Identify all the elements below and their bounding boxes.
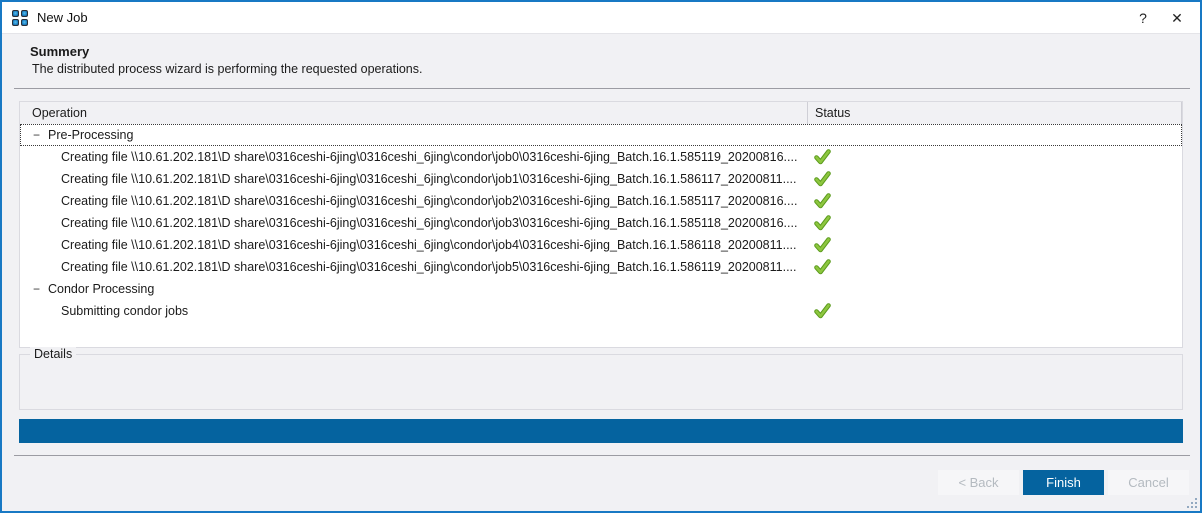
- status-cell: [808, 190, 1182, 212]
- status-check-icon: [814, 171, 831, 187]
- operation-cell: Submitting condor jobs: [20, 304, 808, 318]
- table-row[interactable]: Creating file \\10.61.202.181\D share\03…: [20, 190, 1182, 212]
- table-row[interactable]: Creating file \\10.61.202.181\D share\03…: [20, 146, 1182, 168]
- operation-cell: Creating file \\10.61.202.181\D share\03…: [20, 194, 808, 208]
- status-cell: [808, 256, 1182, 278]
- tree-expander-icon[interactable]: −: [33, 128, 48, 142]
- status-cell: [808, 146, 1182, 168]
- title-bar[interactable]: New Job ? ✕: [2, 2, 1200, 34]
- back-button[interactable]: < Back: [938, 470, 1019, 495]
- status-cell: [808, 278, 1182, 300]
- table-row[interactable]: − Condor Processing: [20, 278, 1182, 300]
- table-row[interactable]: Creating file \\10.61.202.181\D share\03…: [20, 234, 1182, 256]
- button-row: < Back Finish Cancel: [2, 470, 1189, 495]
- help-button[interactable]: ?: [1126, 4, 1160, 32]
- operation-cell: Creating file \\10.61.202.181\D share\03…: [20, 216, 808, 230]
- page-description: The distributed process wizard is perfor…: [32, 62, 1200, 76]
- new-job-dialog: New Job ? ✕ Summery The distributed proc…: [0, 0, 1202, 513]
- table-row[interactable]: − Pre-Processing: [20, 124, 1182, 146]
- close-button[interactable]: ✕: [1160, 4, 1194, 32]
- operation-label: Condor Processing: [48, 282, 154, 296]
- app-icon-node: [12, 10, 19, 17]
- progress-fill: [19, 419, 1183, 443]
- status-cell: [808, 234, 1182, 256]
- operation-label: Creating file \\10.61.202.181\D share\03…: [61, 238, 797, 252]
- operation-cell: − Condor Processing: [20, 282, 808, 296]
- status-check-icon: [814, 215, 831, 231]
- status-cell: [808, 212, 1182, 234]
- bottom-separator: [14, 455, 1190, 456]
- table-header: Operation Status: [20, 102, 1182, 124]
- operation-cell: Creating file \\10.61.202.181\D share\03…: [20, 260, 808, 274]
- status-check-icon: [814, 259, 831, 275]
- app-icon-node: [21, 19, 28, 26]
- table-row[interactable]: Creating file \\10.61.202.181\D share\03…: [20, 168, 1182, 190]
- operation-cell: Creating file \\10.61.202.181\D share\03…: [20, 238, 808, 252]
- table-row[interactable]: Creating file \\10.61.202.181\D share\03…: [20, 256, 1182, 278]
- status-cell: [808, 300, 1182, 322]
- table-body: − Pre-Processing Creating file \\10.61.2…: [20, 124, 1182, 322]
- operation-label: Creating file \\10.61.202.181\D share\03…: [61, 150, 797, 164]
- page-title: Summery: [30, 44, 1200, 59]
- operation-cell: Creating file \\10.61.202.181\D share\03…: [20, 150, 808, 164]
- operation-label: Submitting condor jobs: [61, 304, 188, 318]
- operation-label: Pre-Processing: [48, 128, 133, 142]
- status-check-icon: [814, 149, 831, 165]
- status-check-icon: [814, 237, 831, 253]
- operations-table: Operation Status − Pre-Processing Creati…: [19, 101, 1183, 348]
- status-cell: [808, 168, 1182, 190]
- operation-cell: − Pre-Processing: [20, 128, 808, 142]
- app-icon-node: [12, 19, 19, 26]
- tree-expander-icon[interactable]: −: [33, 282, 48, 296]
- table-row[interactable]: Submitting condor jobs: [20, 300, 1182, 322]
- status-cell: [808, 124, 1182, 146]
- cancel-button[interactable]: Cancel: [1108, 470, 1189, 495]
- status-check-icon: [814, 303, 831, 319]
- details-groupbox: Details: [19, 354, 1183, 410]
- operation-label: Creating file \\10.61.202.181\D share\03…: [61, 216, 797, 230]
- app-icon: [12, 10, 28, 26]
- resize-grip[interactable]: [1186, 497, 1197, 508]
- finish-button[interactable]: Finish: [1023, 470, 1104, 495]
- window-title: New Job: [37, 10, 88, 25]
- table-row[interactable]: Creating file \\10.61.202.181\D share\03…: [20, 212, 1182, 234]
- operation-label: Creating file \\10.61.202.181\D share\03…: [61, 260, 797, 274]
- operation-label: Creating file \\10.61.202.181\D share\03…: [61, 194, 797, 208]
- operation-label: Creating file \\10.61.202.181\D share\03…: [61, 172, 797, 186]
- details-label: Details: [30, 347, 76, 361]
- top-separator: [14, 88, 1190, 89]
- column-header-operation[interactable]: Operation: [20, 102, 808, 124]
- column-header-status[interactable]: Status: [808, 102, 1182, 124]
- app-icon-node: [21, 10, 28, 17]
- progress-bar: [19, 419, 1183, 443]
- operation-cell: Creating file \\10.61.202.181\D share\03…: [20, 172, 808, 186]
- status-check-icon: [814, 193, 831, 209]
